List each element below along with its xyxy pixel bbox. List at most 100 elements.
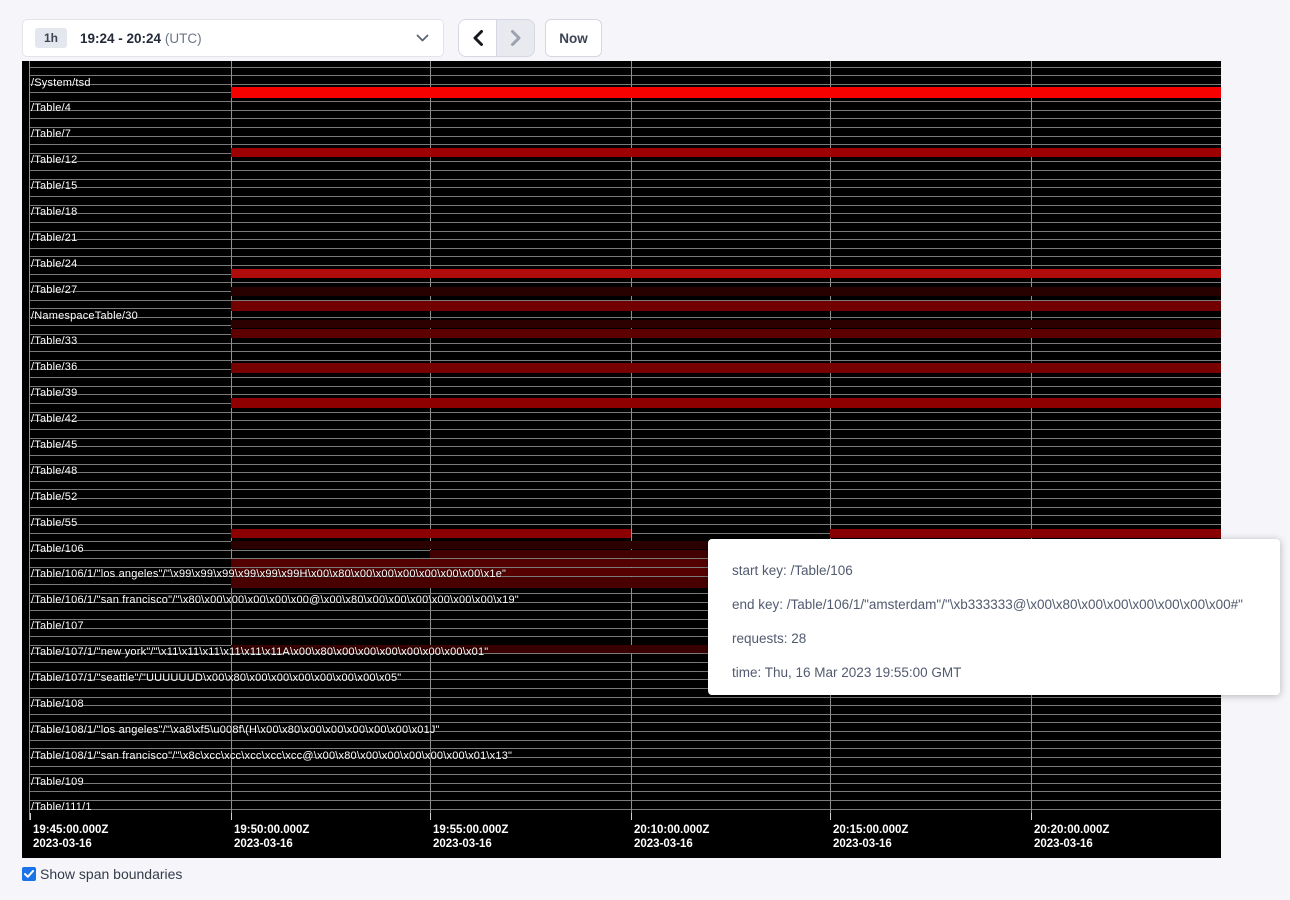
span-boundary-line xyxy=(29,136,1221,137)
heat-bar xyxy=(1031,87,1221,98)
timezone-label: (UTC) xyxy=(165,31,202,46)
x-axis-label: 20:20:00.000Z2023-03-16 xyxy=(1034,823,1109,851)
row-label: /Table/52 xyxy=(31,491,77,503)
heat-bar xyxy=(830,363,1031,373)
span-boundary-line xyxy=(29,455,1221,456)
checkbox-label: Show span boundaries xyxy=(40,866,182,882)
heat-bar xyxy=(1031,398,1221,408)
span-boundary-line xyxy=(29,75,1221,76)
heat-bar xyxy=(430,550,631,558)
toolbar: 1h 19:24 - 20:24 (UTC) Now xyxy=(0,0,1290,61)
heat-bar xyxy=(1031,269,1221,278)
heat-bar xyxy=(631,363,830,373)
span-boundary-line xyxy=(29,507,1221,508)
heat-bar xyxy=(830,148,1031,157)
heat-bar xyxy=(231,269,430,278)
next-time-button[interactable] xyxy=(497,20,534,56)
heat-bar xyxy=(430,529,631,538)
span-boundary-line xyxy=(29,67,1221,68)
heat-bar xyxy=(830,320,1031,328)
time-range-text: 19:24 - 20:24 (UTC) xyxy=(80,31,202,46)
heat-bar xyxy=(631,329,830,338)
span-boundary-line xyxy=(29,360,1221,361)
row-label: /Table/33 xyxy=(31,335,77,347)
row-label: /Table/106 xyxy=(31,543,84,555)
x-axis-label: 19:45:00.000Z2023-03-16 xyxy=(33,823,108,851)
heat-bar xyxy=(1031,148,1221,157)
time-bucket-line xyxy=(1031,61,1032,820)
heat-bar xyxy=(231,301,430,311)
heat-bar xyxy=(231,541,430,549)
span-boundary-line xyxy=(29,179,1221,180)
span-boundary-line xyxy=(29,377,1221,378)
row-label: /Table/42 xyxy=(31,413,77,425)
check-icon xyxy=(24,870,34,878)
span-boundary-line xyxy=(29,84,1221,85)
chevron-down-icon xyxy=(416,34,429,42)
span-boundary-line xyxy=(29,791,1221,792)
span-boundary-line xyxy=(29,809,1221,810)
x-axis-label: 19:50:00.000Z2023-03-16 xyxy=(234,823,309,851)
span-boundary-line xyxy=(29,118,1221,119)
heat-bar xyxy=(830,287,1031,296)
span-boundary-line xyxy=(29,800,1221,801)
row-label: /NamespaceTable/30 xyxy=(31,310,138,322)
span-boundary-line xyxy=(29,170,1221,171)
span-boundary-line xyxy=(29,239,1221,240)
heat-bar xyxy=(231,287,430,296)
row-label: /Table/27 xyxy=(31,284,77,296)
span-boundary-line xyxy=(29,386,1221,387)
span-boundary-line xyxy=(29,222,1221,223)
heat-bar xyxy=(1031,287,1221,296)
span-boundary-line xyxy=(29,705,1221,706)
heat-bar xyxy=(231,398,430,408)
row-label: /Table/107/1/"seattle"/"UUUUUUD\x00\x80\… xyxy=(31,672,401,684)
span-boundary-line xyxy=(29,420,1221,421)
row-label: /Table/111/1 xyxy=(31,801,92,813)
span-boundary-line xyxy=(29,110,1221,111)
key-visualizer-canvas[interactable]: /System/tsd/Table/4/Table/7/Table/12/Tab… xyxy=(22,61,1221,858)
heat-bar xyxy=(631,301,830,311)
span-boundary-line xyxy=(29,740,1221,741)
row-label: /Table/15 xyxy=(31,180,77,192)
row-label: /Table/106/1/"los angeles"/"\x99\x99\x99… xyxy=(31,568,506,580)
now-button[interactable]: Now xyxy=(545,19,602,57)
heat-bar xyxy=(231,320,430,328)
span-boundary-line xyxy=(29,161,1221,162)
show-span-boundaries-checkbox[interactable] xyxy=(22,867,36,881)
heat-bar xyxy=(430,287,631,296)
x-axis-tick xyxy=(430,813,431,820)
time-bucket-line xyxy=(231,61,232,820)
span-boundary-line xyxy=(29,317,1221,318)
prev-time-button[interactable] xyxy=(459,20,497,56)
heat-bar xyxy=(830,301,1031,311)
span-boundary-line xyxy=(29,205,1221,206)
chevron-left-icon xyxy=(472,30,484,46)
row-label: /System/tsd xyxy=(31,77,91,89)
x-axis-label: 20:15:00.000Z2023-03-16 xyxy=(833,823,908,851)
chevron-right-icon xyxy=(510,30,522,46)
time-range-selector[interactable]: 1h 19:24 - 20:24 (UTC) xyxy=(22,19,444,57)
time-range-value: 19:24 - 20:24 xyxy=(80,31,161,46)
span-boundary-line xyxy=(29,343,1221,344)
tooltip-time: time: Thu, 16 Mar 2023 19:55:00 GMT xyxy=(732,656,1262,690)
row-label: /Table/45 xyxy=(31,439,77,451)
heat-bar xyxy=(1031,529,1221,538)
heat-bar xyxy=(1031,363,1221,373)
span-boundary-line xyxy=(29,481,1221,482)
heat-bar xyxy=(430,87,631,98)
row-label: /Table/108 xyxy=(31,698,84,710)
time-bucket-line xyxy=(430,61,431,820)
span-boundary-line xyxy=(29,446,1221,447)
tooltip-start-key: start key: /Table/106 xyxy=(732,554,1262,588)
span-boundary-line xyxy=(29,256,1221,257)
heat-bar xyxy=(1031,320,1221,328)
heat-bar xyxy=(631,320,830,328)
span-boundary-line xyxy=(29,515,1221,516)
span-boundary-line xyxy=(29,498,1221,499)
span-boundary-line xyxy=(29,464,1221,465)
x-axis-tick xyxy=(631,813,632,820)
heat-bar xyxy=(830,87,1031,98)
span-boundary-line xyxy=(29,351,1221,352)
heat-bar xyxy=(830,329,1031,338)
